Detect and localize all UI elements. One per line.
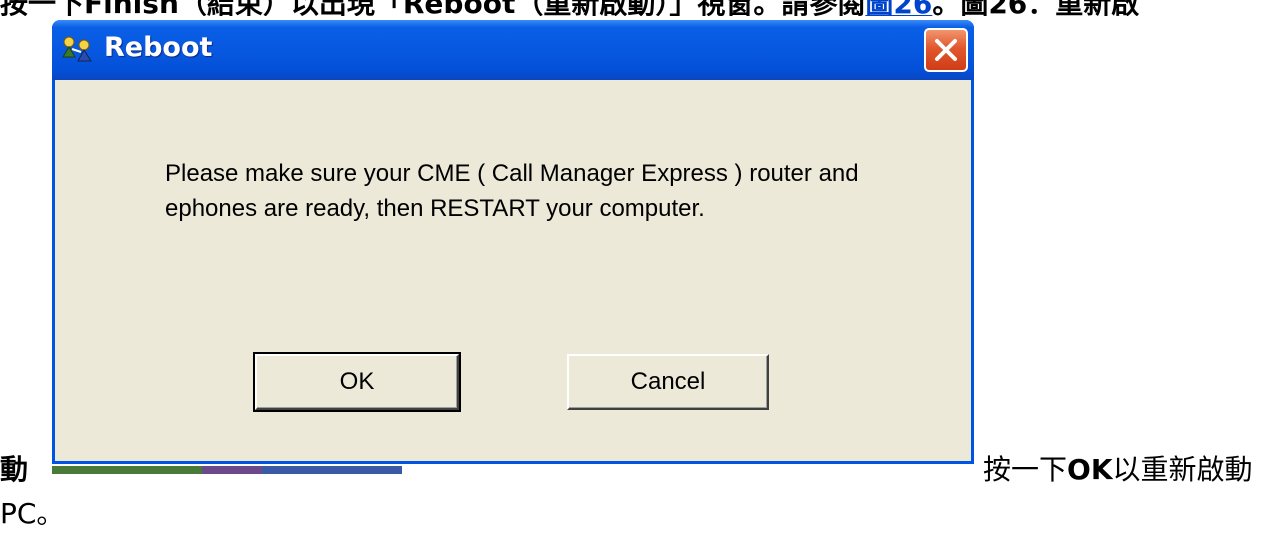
ok-button[interactable]: OK — [253, 352, 461, 412]
reboot-dialog: Reboot Please make sure your CME ( Call … — [52, 20, 974, 464]
page-text-middle: （結束）以出現「Reboot（重新啟動）」視窗。請參閱 — [179, 0, 865, 16]
dialog-titlebar[interactable]: Reboot — [52, 20, 974, 80]
cancel-button[interactable]: Cancel — [567, 354, 769, 410]
page-text-right-suffix: 以重新啟動 — [1112, 453, 1253, 486]
figure-link[interactable]: 圖26 — [865, 0, 932, 16]
close-button[interactable] — [924, 28, 968, 72]
page-text-right-prefix: 按一下 — [983, 453, 1068, 486]
page-text-right: 按一下OK以重新啟動 — [983, 448, 1253, 488]
page-text-finish: Finish — [84, 0, 179, 16]
page-text-suffix: 。圖26：重新啟 — [932, 0, 1139, 16]
page-text-left-char: 動 — [0, 453, 29, 486]
dialog-title: Reboot — [104, 32, 213, 63]
page-text-prefix: 按一下 — [0, 0, 84, 16]
page-text-ok: OK — [1067, 453, 1113, 486]
dialog-message: Please make sure your CME ( Call Manager… — [165, 160, 859, 222]
page-text-top-line: 按一下Finish（結束）以出現「Reboot（重新啟動）」視窗。請參閱圖26。… — [0, 0, 1282, 16]
network-people-icon — [60, 35, 94, 65]
page-text-bottom: PC。 — [0, 497, 65, 530]
